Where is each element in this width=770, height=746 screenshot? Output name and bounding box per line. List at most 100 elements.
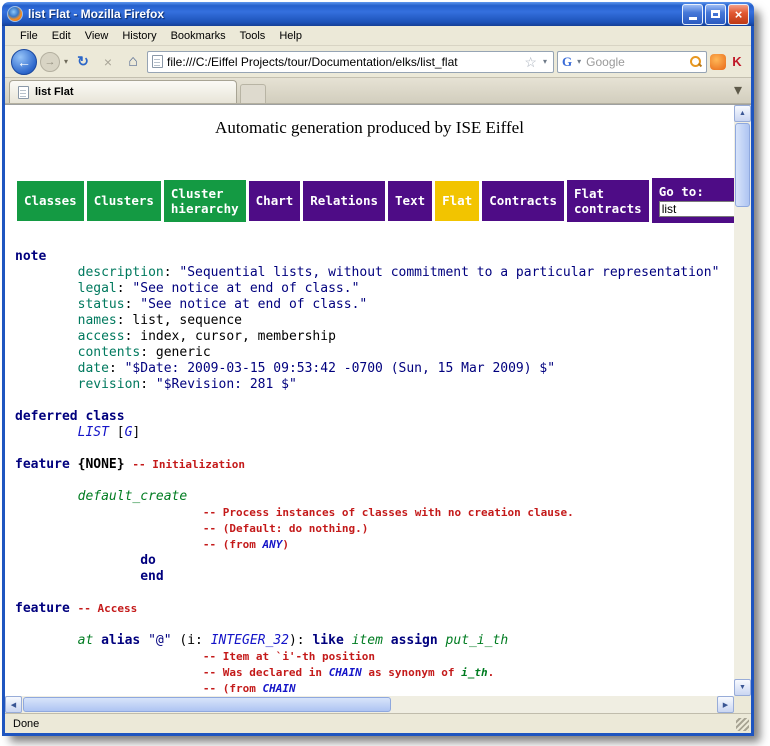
menu-file[interactable]: File xyxy=(13,28,45,44)
search-bar[interactable]: G ▾ xyxy=(557,51,707,73)
code-text xyxy=(15,633,78,648)
nav-button-text[interactable]: Text xyxy=(388,181,432,221)
menu-bookmarks[interactable]: Bookmarks xyxy=(164,28,233,44)
search-magnifier-icon[interactable] xyxy=(689,55,702,68)
navigation-toolbar: ← → ▾ ↻ × ⌂ ☆ ▾ G ▾ K xyxy=(5,46,751,78)
nav-button-flat-contracts[interactable]: Flat contracts xyxy=(567,180,649,222)
code-text xyxy=(15,553,140,568)
code-text: legal xyxy=(78,281,117,296)
tab-list-flat[interactable]: list Flat xyxy=(9,80,237,103)
resize-grip[interactable] xyxy=(736,718,749,731)
scroll-down-button[interactable]: ▼ xyxy=(734,679,751,696)
code-text: contents xyxy=(78,345,141,360)
tab-list-dropdown[interactable]: ▾ xyxy=(729,80,747,100)
code-line: at alias "@" (i: INTEGER_32): like item … xyxy=(15,633,734,649)
code-link[interactable]: ANY xyxy=(262,538,282,551)
nav-button-clusters[interactable]: Clusters xyxy=(87,181,161,221)
scroll-left-button[interactable]: ◀ xyxy=(5,696,22,713)
home-button[interactable]: ⌂ xyxy=(122,51,144,73)
code-link[interactable]: item xyxy=(352,633,383,648)
minimize-button[interactable] xyxy=(682,4,703,25)
menu-history[interactable]: History xyxy=(115,28,163,44)
content-region: Automatic generation produced by ISE Eif… xyxy=(5,104,751,713)
nav-button-cluster-hierarchy[interactable]: Cluster hierarchy xyxy=(164,180,246,222)
goto-input[interactable] xyxy=(659,201,734,217)
code-text: do xyxy=(140,553,156,568)
google-logo-icon[interactable]: G xyxy=(562,54,572,70)
code-line xyxy=(15,585,734,601)
code-line: feature {NONE} -- Initialization xyxy=(15,457,734,473)
code-text: "$Revision: 281 $" xyxy=(156,377,297,392)
nav-button-relations[interactable]: Relations xyxy=(303,181,385,221)
code-link[interactable]: LIST xyxy=(78,425,109,440)
title-bar[interactable]: list Flat - Mozilla Firefox × xyxy=(2,2,754,26)
code-text xyxy=(15,297,78,312)
horizontal-scrollbar[interactable]: ◀ ▶ xyxy=(5,696,734,713)
code-line xyxy=(15,617,734,633)
close-button[interactable]: × xyxy=(728,4,749,25)
maximize-button[interactable] xyxy=(705,4,726,25)
code-line: LIST [G] xyxy=(15,425,734,441)
refresh-button[interactable]: ↻ xyxy=(72,51,94,73)
code-text: alias xyxy=(101,633,140,648)
bookmark-star-icon[interactable]: ☆ xyxy=(524,55,537,69)
code-text: . xyxy=(488,666,495,679)
code-link[interactable]: CHAIN xyxy=(329,666,362,679)
code-text: "See notice at end of class." xyxy=(132,281,359,296)
code-line: access: index, cursor, membership xyxy=(15,329,734,345)
scroll-up-button[interactable]: ▲ xyxy=(734,105,751,122)
code-line xyxy=(15,441,734,457)
code-line: -- (from ANY) xyxy=(15,537,734,553)
url-dropdown-icon[interactable]: ▾ xyxy=(541,57,549,66)
code-link[interactable]: i_th xyxy=(461,666,488,679)
code-text xyxy=(70,601,78,616)
code-text: -- Process instances of classes with no … xyxy=(203,506,574,519)
code-line: legal: "See notice at end of class." xyxy=(15,281,734,297)
stop-button[interactable]: × xyxy=(97,51,119,73)
addon-icon[interactable] xyxy=(710,54,726,70)
code-text: : index, cursor, membership xyxy=(125,329,336,344)
code-text: description xyxy=(78,265,164,280)
code-text: "$Date: 2009-03-15 09:53:42 -0700 (Sun, … xyxy=(125,361,555,376)
code-line: -- Was declared in CHAIN as synonym of i… xyxy=(15,665,734,681)
tab-label: list Flat xyxy=(35,86,74,98)
nav-button-label: Text xyxy=(395,193,425,208)
code-link[interactable]: default_create xyxy=(78,489,188,504)
code-line: -- Item at `i'-th position xyxy=(15,649,734,665)
search-engine-dropdown-icon[interactable]: ▾ xyxy=(575,57,583,66)
forward-button[interactable]: → xyxy=(40,52,60,72)
code-link[interactable]: put_i_th xyxy=(446,633,509,648)
nav-button-contracts[interactable]: Contracts xyxy=(482,181,564,221)
code-text: : xyxy=(125,297,141,312)
page-title: Automatic generation produced by ISE Eif… xyxy=(5,118,734,138)
window-title: list Flat - Mozilla Firefox xyxy=(28,7,677,21)
vertical-scrollbar[interactable]: ▲ ▼ xyxy=(734,105,751,696)
search-input[interactable] xyxy=(586,55,686,69)
menu-view[interactable]: View xyxy=(78,28,116,44)
horizontal-scroll-thumb[interactable] xyxy=(23,697,391,712)
nav-button-go-to[interactable]: Go to: xyxy=(652,178,734,223)
code-link[interactable]: INTEGER_32 xyxy=(211,633,289,648)
code-link[interactable]: at xyxy=(78,633,94,648)
vertical-scroll-thumb[interactable] xyxy=(735,123,750,207)
nav-button-flat[interactable]: Flat xyxy=(435,181,479,221)
address-bar[interactable]: ☆ ▾ xyxy=(147,51,554,73)
code-link[interactable]: CHAIN xyxy=(262,682,295,695)
nav-button-label: Flat xyxy=(442,193,472,208)
back-button[interactable]: ← xyxy=(11,49,37,75)
menu-help[interactable]: Help xyxy=(272,28,309,44)
history-dropdown-icon[interactable]: ▾ xyxy=(63,57,69,66)
code-text xyxy=(70,457,78,472)
code-text xyxy=(438,633,446,648)
menu-edit[interactable]: Edit xyxy=(45,28,78,44)
window-controls: × xyxy=(682,4,749,25)
menu-tools[interactable]: Tools xyxy=(233,28,273,44)
code-line: contents: generic xyxy=(15,345,734,361)
code-text: [ xyxy=(109,425,125,440)
k-addon-icon[interactable]: K xyxy=(729,54,745,70)
url-input[interactable] xyxy=(167,55,520,69)
nav-button-chart[interactable]: Chart xyxy=(249,181,301,221)
scroll-right-button[interactable]: ▶ xyxy=(717,696,734,713)
nav-button-classes[interactable]: Classes xyxy=(17,181,84,221)
vertical-scroll-track[interactable] xyxy=(734,207,751,679)
